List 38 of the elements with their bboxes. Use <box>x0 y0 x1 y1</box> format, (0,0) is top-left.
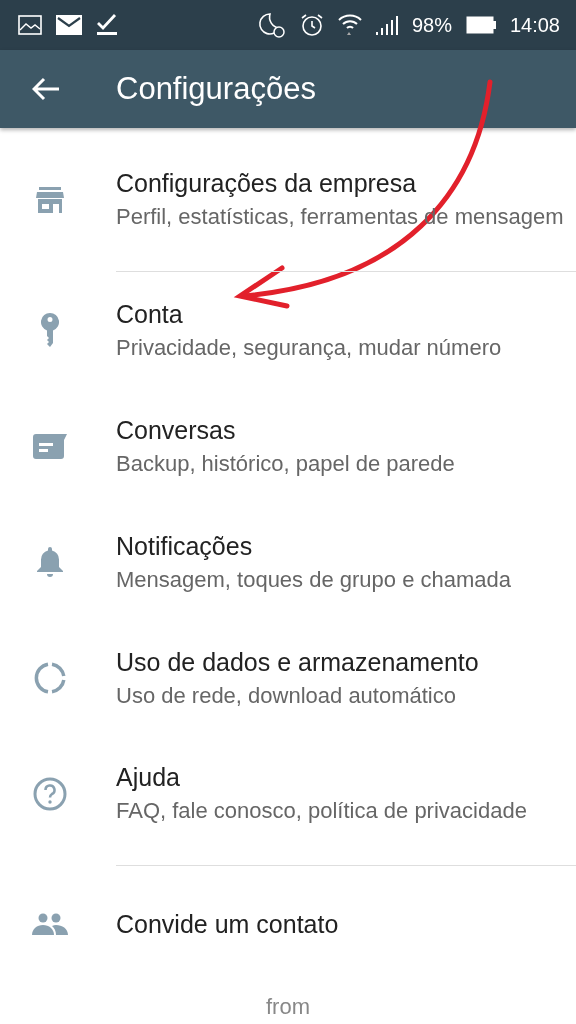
settings-item[interactable]: Uso de dados e armazenamento Uso de rede, download automático <box>0 620 576 736</box>
message-icon <box>33 433 67 459</box>
clock-time: 14:08 <box>509 13 560 37</box>
item-subtitle: Backup, histórico, papel de parede <box>116 450 456 477</box>
screen-title: Configurações <box>116 71 316 107</box>
image-icon <box>18 15 42 35</box>
item-title: Configurações da empresa <box>116 169 418 198</box>
circle-icon <box>34 662 66 694</box>
item-subtitle: Uso de rede, download automático <box>116 682 457 709</box>
signal-icon <box>375 15 398 35</box>
item-title: Notificações <box>116 531 254 561</box>
settings-item[interactable]: Conversas Backup, histórico, papel de parede <box>0 388 576 504</box>
item-subtitle: Mensagem, toques de grupo e chamada <box>116 566 513 593</box>
store-icon <box>36 187 64 213</box>
checkmark-icon <box>96 14 118 36</box>
alarm-icon <box>299 13 324 37</box>
mail-icon <box>56 15 82 35</box>
moon-alarm-icon <box>257 12 286 38</box>
item-subtitle: FAQ, fale conosco, política de privacidade <box>116 798 528 824</box>
bell-icon <box>37 547 63 577</box>
item-title: Conta <box>116 299 184 329</box>
help-icon <box>33 777 67 811</box>
settings-item[interactable]: Convide um contato <box>0 866 576 982</box>
item-title: Conversas <box>116 415 237 445</box>
battery-percent: 98% <box>411 13 452 37</box>
back-arrow-icon <box>32 77 60 101</box>
item-title: Ajuda <box>116 763 181 792</box>
footer-text: from <box>266 994 310 1020</box>
item-title: Uso de dados e armazenamento <box>116 647 480 677</box>
settings-item[interactable]: Notificações Mensagem, toques de grupo e chamada <box>0 504 576 620</box>
settings-item[interactable]: Ajuda FAQ, fale conosco, política de privacidade <box>0 736 576 866</box>
settings-item[interactable]: Conta Privacidade, segurança, mudar número <box>0 272 576 388</box>
battery-icon <box>465 16 496 34</box>
key-icon <box>41 313 59 347</box>
wifi-icon <box>337 13 362 37</box>
item-title: Convide um contato <box>116 909 340 939</box>
people-icon <box>32 913 68 935</box>
item-subtitle: Privacidade, segurança, mudar número <box>116 334 503 361</box>
